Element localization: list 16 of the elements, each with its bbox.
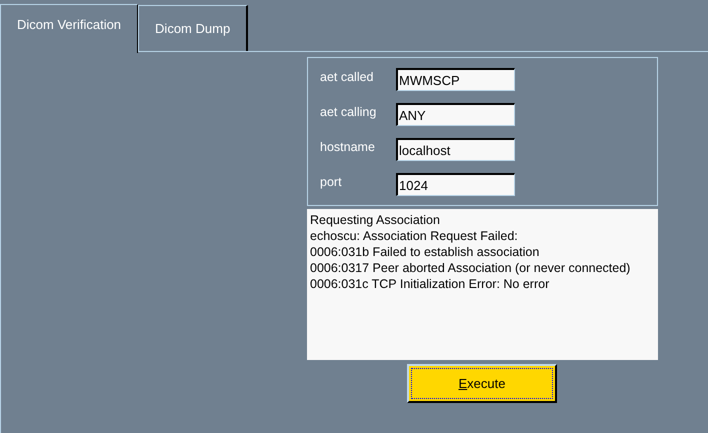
field-label: port [320,174,343,191]
log-line: 0006:0317 Peer aborted Association (or never connected) [310,260,632,276]
input-field[interactable]: MWMSCP [396,68,515,91]
input-field[interactable]: 1024 [396,173,515,196]
log-line: Requesting Association [310,212,441,228]
execute-button[interactable]: Execute [407,364,557,403]
log-line: echoscu: Association Request Failed: [310,228,519,244]
input-field[interactable]: ANY [396,103,515,126]
log-line: 0006:031b Failed to establish association [310,244,540,260]
field-label: hostname [320,139,376,156]
tab[interactable]: Dicom Verification [0,4,138,53]
log-line: 0006:031c TCP Initialization Error: No error [310,276,550,292]
field-label: aet called [320,69,375,86]
input-field[interactable]: localhost [396,138,515,161]
field-label: aet calling [320,104,378,121]
tab[interactable]: Dicom Dump [138,5,248,51]
